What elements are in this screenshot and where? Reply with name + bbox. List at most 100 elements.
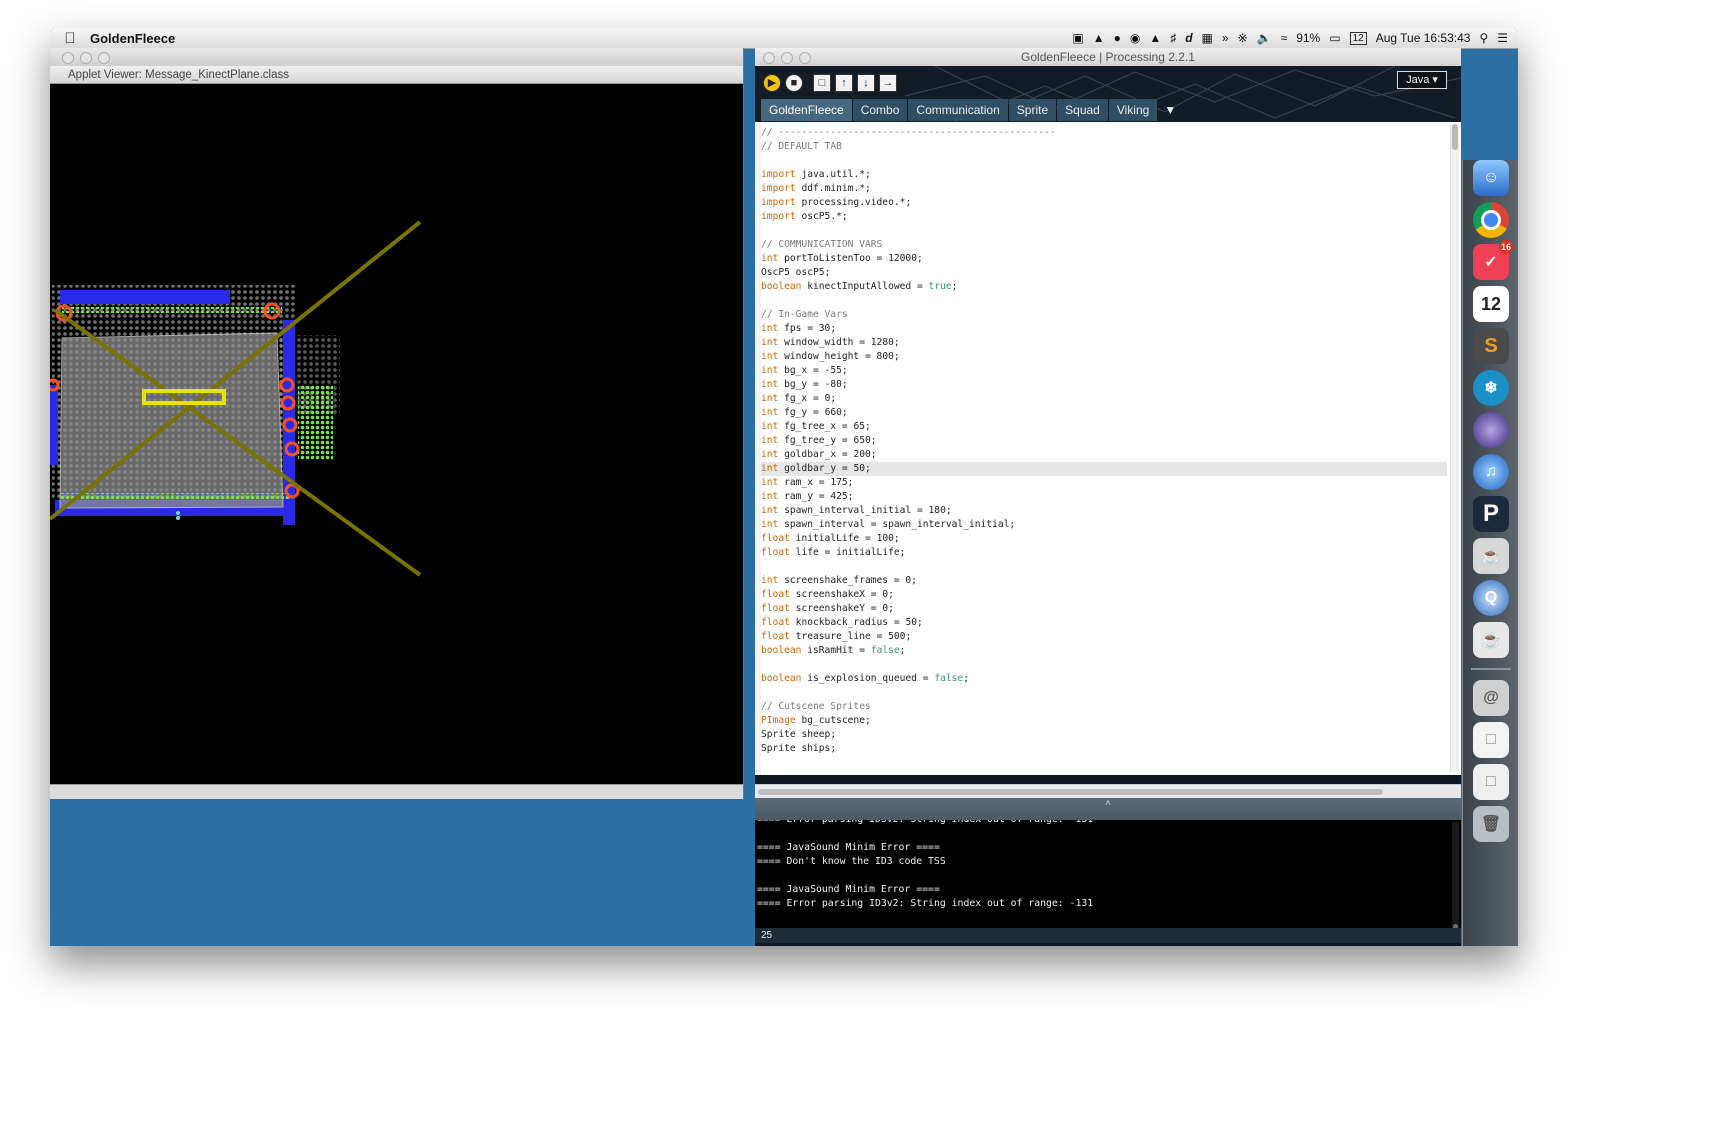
- code-line[interactable]: import java.util.*;: [761, 168, 1447, 182]
- calendar-icon[interactable]: 12: [1473, 286, 1509, 322]
- chrome-icon[interactable]: [1473, 202, 1509, 238]
- editor-horizontal-scrollbar[interactable]: [755, 784, 1461, 799]
- code-line[interactable]: int bg_y = -80;: [761, 378, 1447, 392]
- calendar-day[interactable]: 12: [1349, 31, 1367, 45]
- code-line[interactable]: [761, 294, 1447, 308]
- window-icon[interactable]: ▦: [1202, 31, 1213, 45]
- arrows-icon[interactable]: »: [1222, 31, 1229, 45]
- paperclip-icon[interactable]: ♯: [1170, 31, 1176, 45]
- notification-center-icon[interactable]: ☰: [1497, 31, 1508, 45]
- spotlight-search-icon[interactable]: ⚲: [1479, 31, 1488, 45]
- code-line[interactable]: boolean kinectInputAllowed = true;: [761, 280, 1447, 294]
- tab-squad[interactable]: Squad: [1057, 99, 1108, 121]
- editor-vertical-scrollbar[interactable]: [1450, 124, 1459, 772]
- airplay-icon[interactable]: ▣: [1072, 31, 1083, 45]
- code-line[interactable]: int fps = 30;: [761, 322, 1447, 336]
- trash-icon[interactable]: 🗑: [1473, 806, 1509, 842]
- code-line[interactable]: int spawn_interval = spawn_interval_init…: [761, 518, 1447, 532]
- code-line[interactable]: int ram_y = 425;: [761, 490, 1447, 504]
- apple-menu-icon[interactable]: : [50, 30, 90, 47]
- tabs-menu-icon[interactable]: ▼: [1158, 99, 1182, 121]
- pocket-icon[interactable]: ✓ 16: [1473, 240, 1513, 280]
- code-line[interactable]: // DEFAULT TAB: [761, 140, 1447, 154]
- run-button[interactable]: ▶: [763, 74, 781, 92]
- code-line[interactable]: import oscP5.*;: [761, 210, 1447, 224]
- code-line[interactable]: int screenshake_frames = 0;: [761, 574, 1447, 588]
- code-line[interactable]: int ram_x = 175;: [761, 476, 1447, 490]
- code-line[interactable]: float screenshakeY = 0;: [761, 602, 1447, 616]
- console-splitter[interactable]: ˄: [755, 798, 1461, 820]
- dictionary-icon[interactable]: d: [1185, 31, 1192, 45]
- code-line[interactable]: int goldbar_x = 200;: [761, 448, 1447, 462]
- export-button[interactable]: →: [879, 74, 897, 92]
- tab-goldenfleece[interactable]: GoldenFleece: [761, 99, 852, 121]
- tab-sprite[interactable]: Sprite: [1008, 99, 1057, 121]
- mode-selector[interactable]: Java ▾: [1397, 71, 1447, 89]
- code-line[interactable]: float life = initialLife;: [761, 546, 1447, 560]
- script-editor-icon[interactable]: ☕: [1473, 538, 1509, 574]
- volume-icon[interactable]: 🔈: [1257, 31, 1272, 45]
- code-line[interactable]: int fg_y = 660;: [761, 406, 1447, 420]
- clock[interactable]: Aug Tue 16:53:43: [1376, 31, 1471, 45]
- code-line[interactable]: // -------------------------------------…: [761, 126, 1447, 140]
- code-lines[interactable]: // -------------------------------------…: [761, 126, 1447, 756]
- wifi-icon[interactable]: ≈: [1281, 31, 1288, 45]
- downloads-stack-icon[interactable]: @: [1473, 680, 1509, 716]
- finder-icon[interactable]: ☺: [1473, 160, 1509, 196]
- battery-icon[interactable]: ▭: [1329, 31, 1340, 45]
- itunes-icon[interactable]: ♫: [1473, 454, 1509, 490]
- processing-icon[interactable]: P: [1473, 496, 1509, 532]
- code-line[interactable]: int goldbar_y = 50;: [761, 462, 1447, 476]
- active-app-name[interactable]: GoldenFleece: [90, 31, 175, 46]
- code-line[interactable]: // COMMUNICATION VARS: [761, 238, 1447, 252]
- code-line[interactable]: float knockback_radius = 50;: [761, 616, 1447, 630]
- chrome-apps-stack-icon[interactable]: □: [1473, 764, 1509, 800]
- code-line[interactable]: [761, 658, 1447, 672]
- code-line[interactable]: int window_height = 800;: [761, 350, 1447, 364]
- code-line[interactable]: [761, 560, 1447, 574]
- save-button[interactable]: ↓: [857, 74, 875, 92]
- code-line[interactable]: [761, 154, 1447, 168]
- window-controls[interactable]: [763, 52, 811, 64]
- record-icon[interactable]: ◉: [1130, 31, 1140, 45]
- code-line[interactable]: PImage bg_cutscene;: [761, 714, 1447, 728]
- code-line[interactable]: float initialLife = 100;: [761, 532, 1447, 546]
- document-stack-icon[interactable]: □: [1473, 722, 1509, 758]
- quicktime-icon[interactable]: Q: [1473, 580, 1509, 616]
- tab-viking[interactable]: Viking: [1108, 99, 1158, 121]
- code-line[interactable]: Sprite ships;: [761, 742, 1447, 756]
- code-line[interactable]: int fg_tree_x = 65;: [761, 420, 1447, 434]
- notification-icon[interactable]: ▲: [1093, 31, 1105, 45]
- code-line[interactable]: OscP5 oscP5;: [761, 266, 1447, 280]
- code-line[interactable]: // Cutscene Sprites: [761, 700, 1447, 714]
- code-line[interactable]: int fg_x = 0;: [761, 392, 1447, 406]
- battery-percent[interactable]: 91%: [1296, 31, 1320, 45]
- code-line[interactable]: int portToListenToo = 12000;: [761, 252, 1447, 266]
- eclipse-icon[interactable]: [1473, 412, 1509, 448]
- tab-combo[interactable]: Combo: [852, 99, 908, 121]
- code-line[interactable]: [761, 686, 1447, 700]
- kinect-plane-canvas[interactable]: [50, 85, 743, 784]
- sourcetree-icon[interactable]: ❄: [1473, 370, 1509, 406]
- console-scrollbar[interactable]: [1452, 822, 1459, 928]
- sublime-text-icon[interactable]: S: [1473, 328, 1509, 364]
- code-line[interactable]: import processing.video.*;: [761, 196, 1447, 210]
- code-line[interactable]: boolean isRamHit = false;: [761, 644, 1447, 658]
- code-line[interactable]: Sprite sheep;: [761, 728, 1447, 742]
- drive-icon[interactable]: ▲: [1149, 31, 1161, 45]
- code-line[interactable]: float treasure_line = 500;: [761, 630, 1447, 644]
- new-file-button[interactable]: □: [813, 74, 831, 92]
- open-button[interactable]: ↑: [835, 74, 853, 92]
- code-line[interactable]: int spawn_interval_initial = 180;: [761, 504, 1447, 518]
- code-line[interactable]: // In-Game Vars: [761, 308, 1447, 322]
- java-icon[interactable]: ☕: [1473, 622, 1509, 658]
- code-line[interactable]: int fg_tree_y = 650;: [761, 434, 1447, 448]
- tab-communication[interactable]: Communication: [908, 99, 1008, 121]
- code-line[interactable]: boolean is_explosion_queued = false;: [761, 672, 1447, 686]
- code-line[interactable]: float screenshakeX = 0;: [761, 588, 1447, 602]
- bluetooth-icon[interactable]: ※: [1238, 31, 1248, 45]
- code-line[interactable]: int bg_x = -55;: [761, 364, 1447, 378]
- evernote-icon[interactable]: ●: [1114, 31, 1121, 45]
- console-output[interactable]: ==== Error parsing ID3v2: String index o…: [755, 820, 1461, 928]
- code-line[interactable]: import ddf.minim.*;: [761, 182, 1447, 196]
